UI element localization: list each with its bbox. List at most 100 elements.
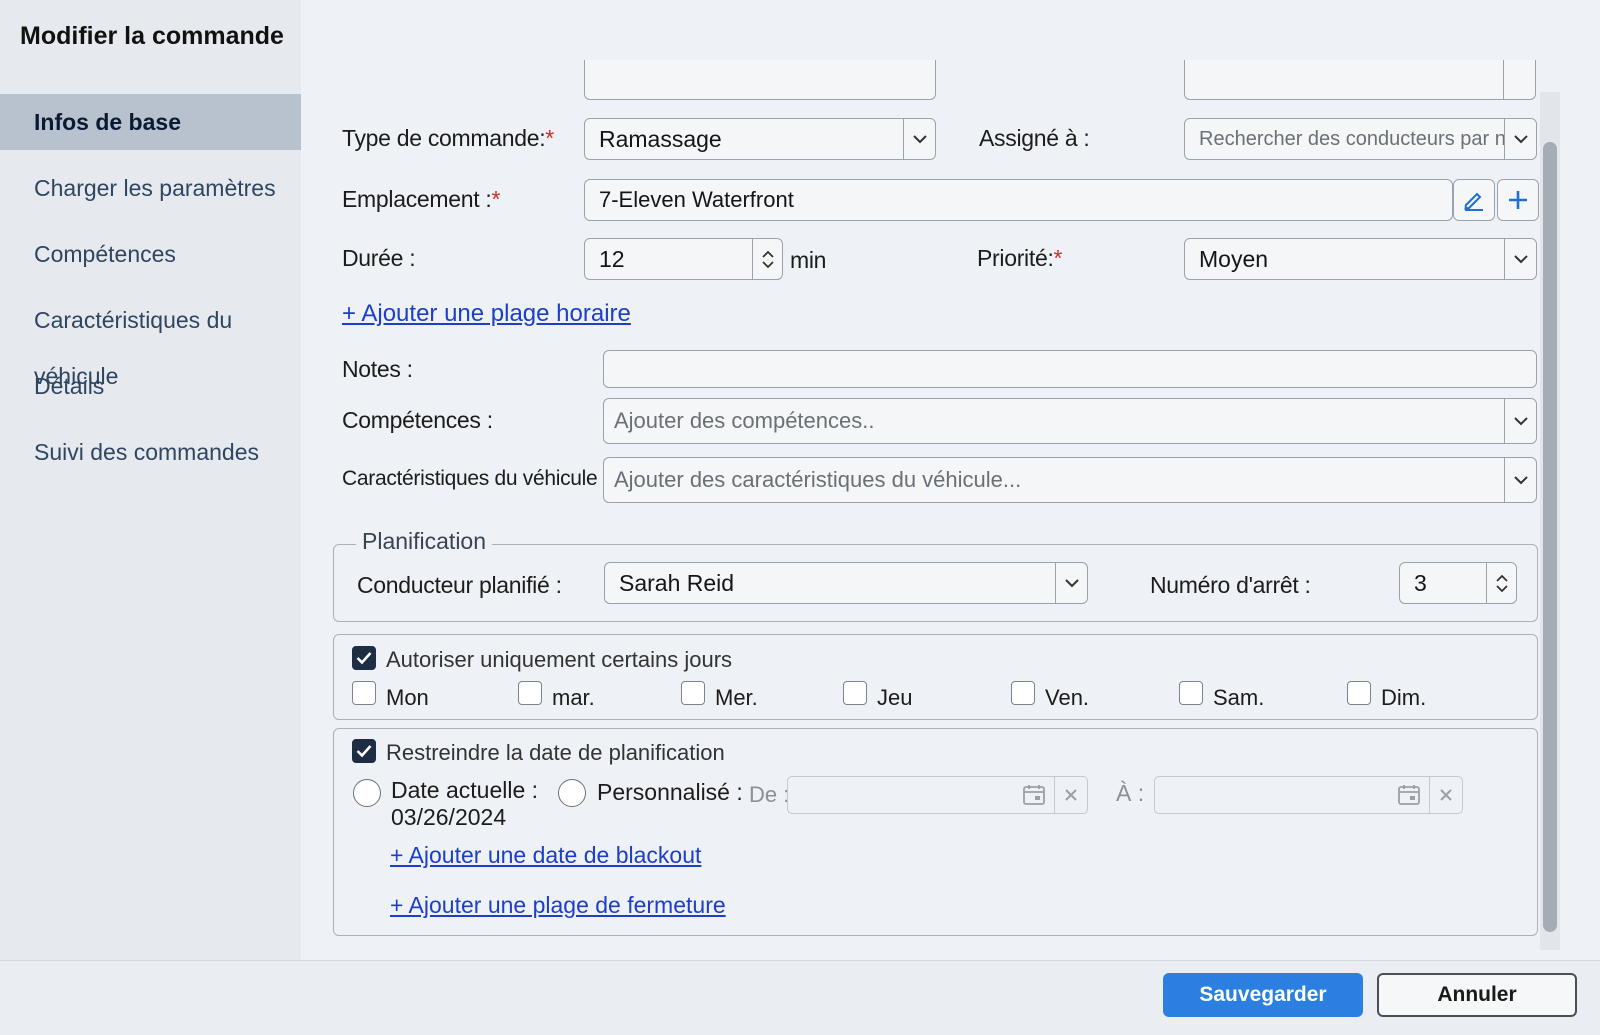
stop-number-value: 3 xyxy=(1414,570,1427,596)
assigned-to-placeholder: Rechercher des conducteurs par nom ou xyxy=(1199,128,1504,150)
dialog-footer: Sauvegarder Annuler xyxy=(0,960,1600,1035)
vertical-scrollbar[interactable] xyxy=(1540,92,1560,950)
check-icon xyxy=(356,745,372,758)
sidebar-item-basic-info[interactable]: Infos de base xyxy=(0,94,301,150)
edit-location-button[interactable] xyxy=(1453,179,1495,221)
plus-icon xyxy=(1509,191,1527,209)
to-label: À : xyxy=(1116,780,1145,806)
sidebar-item-load-settings[interactable]: Charger les paramètres xyxy=(0,160,301,216)
chevron-up-icon[interactable] xyxy=(761,250,774,258)
sidebar-item-vehicle-features[interactable]: Caractéristiques du véhicule xyxy=(0,292,301,389)
location-value: 7-Eleven Waterfront xyxy=(599,187,794,212)
assigned-to-select[interactable]: Rechercher des conducteurs par nom ou xyxy=(1184,118,1537,160)
chevron-down-icon[interactable] xyxy=(1504,239,1536,279)
duration-value: 12 xyxy=(599,246,625,272)
chevron-down-icon[interactable] xyxy=(1504,458,1536,502)
stop-number-label: Numéro d'arrêt : xyxy=(1150,572,1311,598)
scrolled-field-left[interactable] xyxy=(584,60,936,100)
location-label: Emplacement :* xyxy=(342,186,501,212)
day-label-thu: Jeu xyxy=(877,685,913,710)
pencil-icon xyxy=(1464,192,1483,211)
duration-label: Durée : xyxy=(342,245,416,271)
current-date-value: 03/26/2024 xyxy=(391,804,507,830)
location-input[interactable]: 7-Eleven Waterfront xyxy=(584,179,1453,221)
vehicle-features-select[interactable]: Ajouter des caractéristiques du véhicule… xyxy=(603,457,1537,503)
check-icon xyxy=(356,652,372,665)
planned-driver-label: Conducteur planifié : xyxy=(357,572,562,598)
dialog-title: Modifier la commande xyxy=(20,22,284,50)
order-type-value: Ramassage xyxy=(599,126,722,152)
stop-number-stepper[interactable]: 3 xyxy=(1399,562,1517,604)
to-date-input[interactable] xyxy=(1154,776,1463,814)
vehicle-features-label: Caractéristiques du véhicule : xyxy=(342,467,609,490)
duration-unit: min xyxy=(790,247,827,273)
allowed-days-label: Autoriser uniquement certains jours xyxy=(386,647,733,672)
add-location-button[interactable] xyxy=(1497,179,1539,221)
planned-driver-value: Sarah Reid xyxy=(619,570,735,596)
restrict-date-label: Restreindre la date de planification xyxy=(386,740,725,765)
chevron-down-icon[interactable] xyxy=(1495,584,1508,593)
sidebar-item-details[interactable]: Détails xyxy=(0,358,301,414)
priority-label: Priorité:* xyxy=(977,245,1063,271)
chevron-down-icon[interactable] xyxy=(1055,563,1087,603)
duration-stepper[interactable]: 12 xyxy=(584,238,783,280)
planned-driver-select[interactable]: Sarah Reid xyxy=(604,562,1088,604)
restrict-date-checkbox[interactable] xyxy=(352,739,376,763)
day-checkbox-fri[interactable] xyxy=(1011,681,1035,705)
notes-label: Notes : xyxy=(342,356,413,382)
stepper-arrows[interactable] xyxy=(752,239,782,279)
chevron-down-icon[interactable] xyxy=(761,260,774,269)
clear-icon[interactable] xyxy=(1055,783,1087,807)
priority-value: Moyen xyxy=(1199,246,1269,272)
add-closure-range-link[interactable]: + Ajouter une plage de fermeture xyxy=(390,892,726,919)
day-checkbox-thu[interactable] xyxy=(843,681,867,705)
current-date-radio[interactable] xyxy=(353,779,381,807)
sidebar-item-skills[interactable]: Compétences xyxy=(0,226,301,282)
day-label-wed: Mer. xyxy=(715,685,758,710)
day-checkbox-sat[interactable] xyxy=(1179,681,1203,705)
order-type-select[interactable]: Ramassage xyxy=(584,118,936,160)
day-label-mon: Mon xyxy=(386,685,429,710)
from-date-input[interactable] xyxy=(787,776,1088,814)
from-label: De : xyxy=(749,782,790,807)
chevron-down-icon[interactable] xyxy=(903,119,935,159)
scrolled-field-right[interactable] xyxy=(1184,60,1536,100)
custom-date-radio[interactable] xyxy=(558,779,586,807)
calendar-icon[interactable] xyxy=(1018,783,1054,807)
scrollbar-thumb[interactable] xyxy=(1543,142,1557,932)
skills-placeholder: Ajouter des compétences.. xyxy=(614,408,875,433)
chevron-down-icon[interactable] xyxy=(1504,399,1536,443)
priority-select[interactable]: Moyen xyxy=(1184,238,1537,280)
cancel-button[interactable]: Annuler xyxy=(1377,973,1577,1017)
sidebar-item-order-tracking[interactable]: Suivi des commandes xyxy=(0,424,301,480)
sidebar-nav: Infos de base Charger les paramètres Com… xyxy=(0,94,301,490)
notes-input[interactable] xyxy=(603,350,1537,388)
day-checkbox-mon[interactable] xyxy=(352,681,376,705)
calendar-icon[interactable] xyxy=(1393,783,1429,807)
current-date-label: Date actuelle : xyxy=(391,777,539,803)
skills-select[interactable]: Ajouter des compétences.. xyxy=(603,398,1537,444)
order-type-label: Type de commande:* xyxy=(342,125,554,151)
main-form-area: Type de commande:* Ramassage Assigné à :… xyxy=(301,0,1600,960)
chevron-up-icon[interactable] xyxy=(1495,574,1508,582)
assigned-to-label: Assigné à : xyxy=(979,125,1090,151)
save-button[interactable]: Sauvegarder xyxy=(1163,973,1363,1017)
skills-label: Compétences : xyxy=(342,407,493,433)
custom-date-label: Personnalisé : xyxy=(597,779,743,805)
sidebar: Modifier la commande Infos de base Charg… xyxy=(0,0,301,960)
allowed-days-checkbox[interactable] xyxy=(352,646,376,670)
day-checkbox-wed[interactable] xyxy=(681,681,705,705)
day-label-tue: mar. xyxy=(552,685,595,710)
add-blackout-date-link[interactable]: + Ajouter une date de blackout xyxy=(390,842,701,869)
vehicle-features-placeholder: Ajouter des caractéristiques du véhicule… xyxy=(614,467,1022,492)
add-time-window-link[interactable]: + Ajouter une plage horaire xyxy=(342,300,631,328)
clear-icon[interactable] xyxy=(1430,783,1462,807)
day-label-fri: Ven. xyxy=(1045,685,1090,710)
stepper-arrows[interactable] xyxy=(1486,563,1516,603)
planning-legend: Planification xyxy=(356,528,493,555)
chevron-down-icon[interactable] xyxy=(1504,119,1536,159)
day-checkbox-sun[interactable] xyxy=(1347,681,1371,705)
day-checkbox-tue[interactable] xyxy=(518,681,542,705)
day-label-sun: Dim. xyxy=(1381,685,1427,710)
day-label-sat: Sam. xyxy=(1213,685,1265,710)
